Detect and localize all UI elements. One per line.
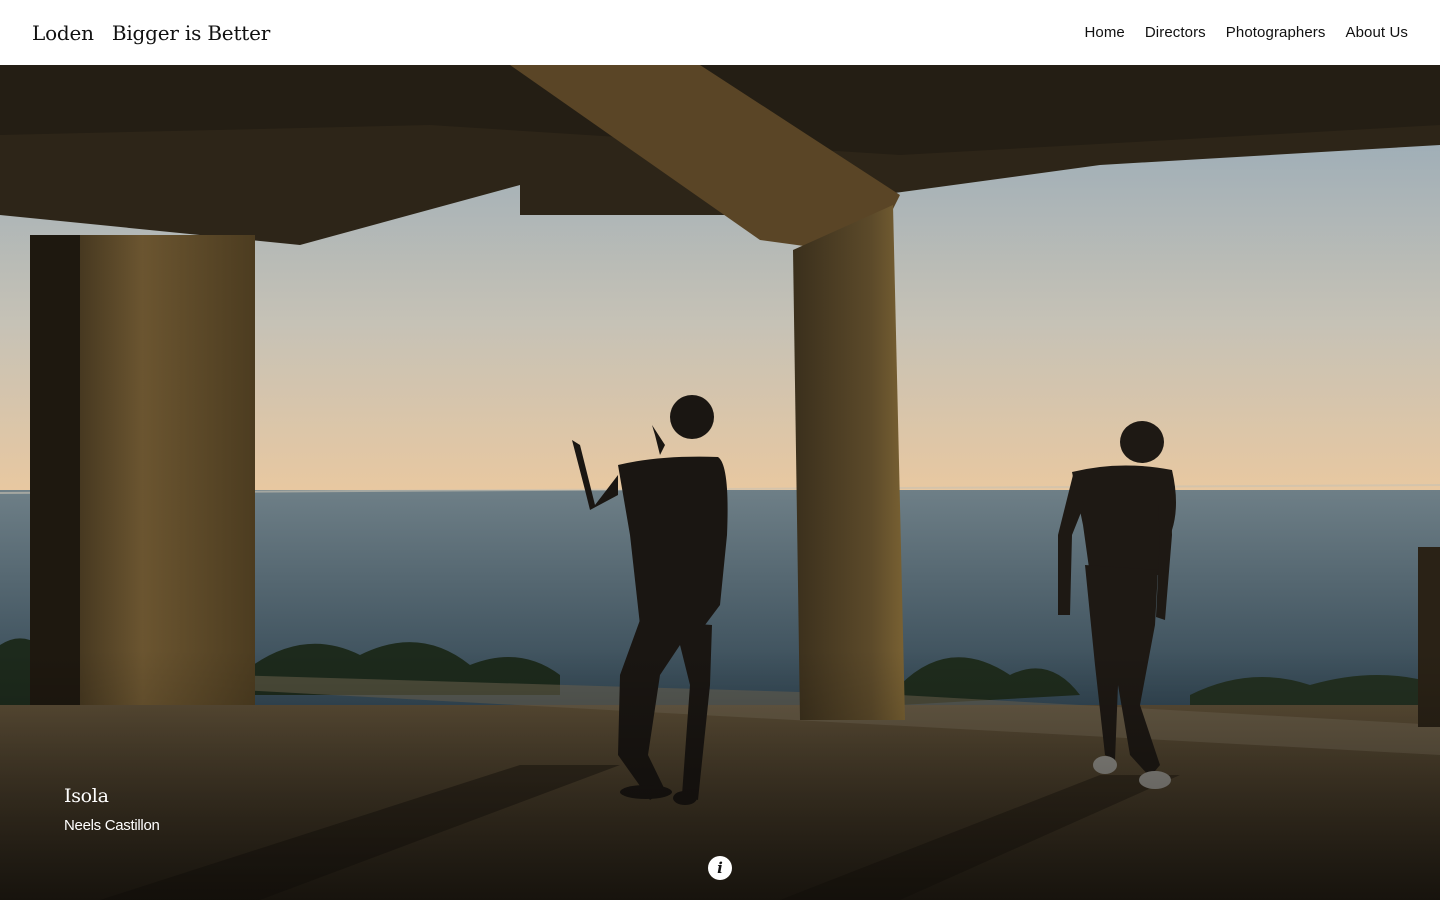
info-icon-glyph: i (717, 859, 723, 877)
director-name[interactable]: Neels Castillon (64, 817, 160, 834)
site-header: Loden Bigger is Better Home Directors Ph… (0, 0, 1440, 65)
nav-home[interactable]: Home (1084, 24, 1124, 41)
brand-logo[interactable]: Loden (32, 21, 94, 45)
info-icon[interactable]: i (708, 856, 732, 880)
main-nav: Home Directors Photographers About Us (1084, 24, 1408, 41)
nav-photographers[interactable]: Photographers (1226, 24, 1326, 41)
site-tagline: Bigger is Better (111, 20, 271, 45)
nav-directors[interactable]: Directors (1145, 24, 1206, 41)
project-title[interactable]: Isola (64, 785, 160, 807)
hero-photo (0, 65, 1440, 900)
hero-caption: Isola Neels Castillon (64, 785, 160, 834)
nav-about-us[interactable]: About Us (1346, 24, 1409, 41)
hero-image[interactable] (0, 65, 1440, 900)
